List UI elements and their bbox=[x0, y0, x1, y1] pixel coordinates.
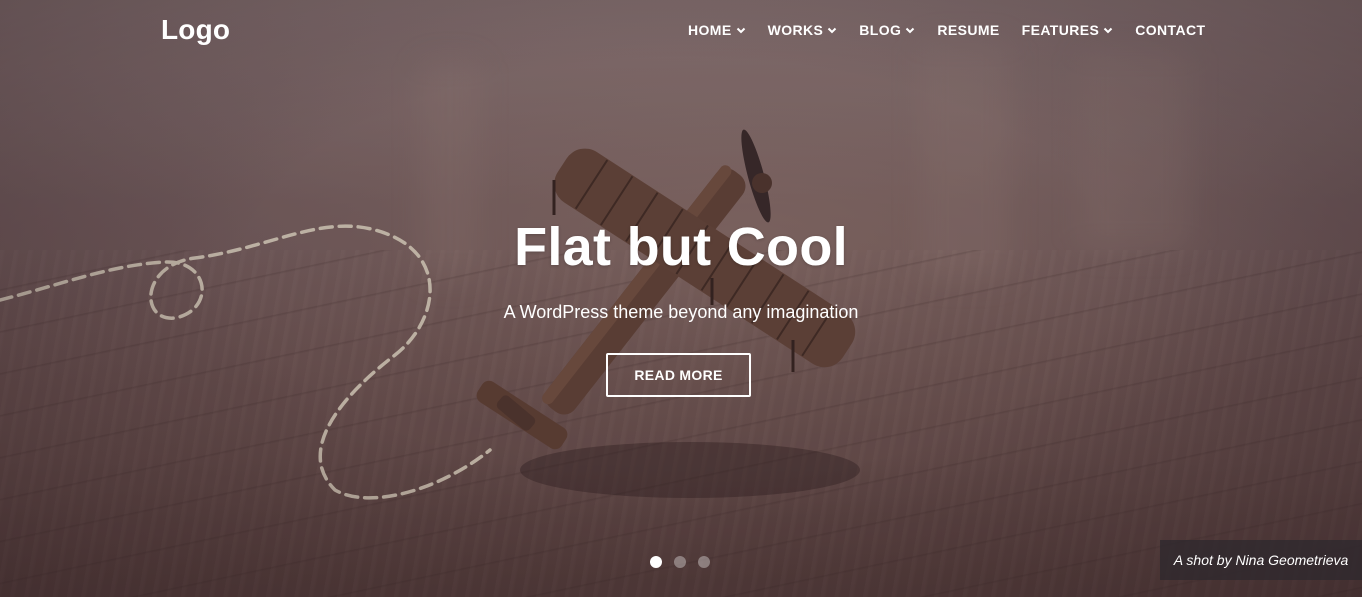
read-more-button[interactable]: READ MORE bbox=[606, 353, 751, 397]
nav-item-label: CONTACT bbox=[1135, 22, 1206, 38]
nav-item-home[interactable]: HOME bbox=[688, 22, 746, 38]
vignette-overlay bbox=[0, 0, 1362, 597]
slider-dot-3[interactable] bbox=[698, 556, 710, 568]
hero-section bbox=[0, 0, 1362, 597]
slider-dot-2[interactable] bbox=[674, 556, 686, 568]
slider-dot-1[interactable] bbox=[650, 556, 662, 568]
hero-title: Flat but Cool bbox=[514, 217, 848, 277]
nav-item-resume[interactable]: RESUME bbox=[937, 22, 999, 38]
nav-item-features[interactable]: FEATURES bbox=[1022, 22, 1114, 38]
site-logo[interactable]: Logo bbox=[161, 14, 230, 46]
photo-credit: A shot by Nina Geometrieva bbox=[1160, 540, 1362, 580]
chevron-down-icon bbox=[736, 27, 745, 34]
nav-item-label: WORKS bbox=[767, 22, 824, 38]
hero-subtitle: A WordPress theme beyond any imagination bbox=[503, 302, 859, 322]
slider-pagination bbox=[650, 556, 710, 568]
chevron-down-icon bbox=[828, 27, 837, 34]
nav-item-label: BLOG bbox=[859, 22, 902, 38]
nav-item-contact[interactable]: CONTACT bbox=[1135, 22, 1205, 38]
nav-item-label: FEATURES bbox=[1021, 22, 1100, 38]
main-nav: HOME WORKS BLOG RESUME FEATURES CONTACT bbox=[688, 22, 1205, 38]
nav-item-label: HOME bbox=[688, 22, 732, 38]
chevron-down-icon bbox=[1104, 27, 1113, 34]
chevron-down-icon bbox=[906, 27, 915, 34]
nav-item-blog[interactable]: BLOG bbox=[859, 22, 915, 38]
nav-item-works[interactable]: WORKS bbox=[768, 22, 838, 38]
nav-item-label: RESUME bbox=[937, 22, 1000, 38]
